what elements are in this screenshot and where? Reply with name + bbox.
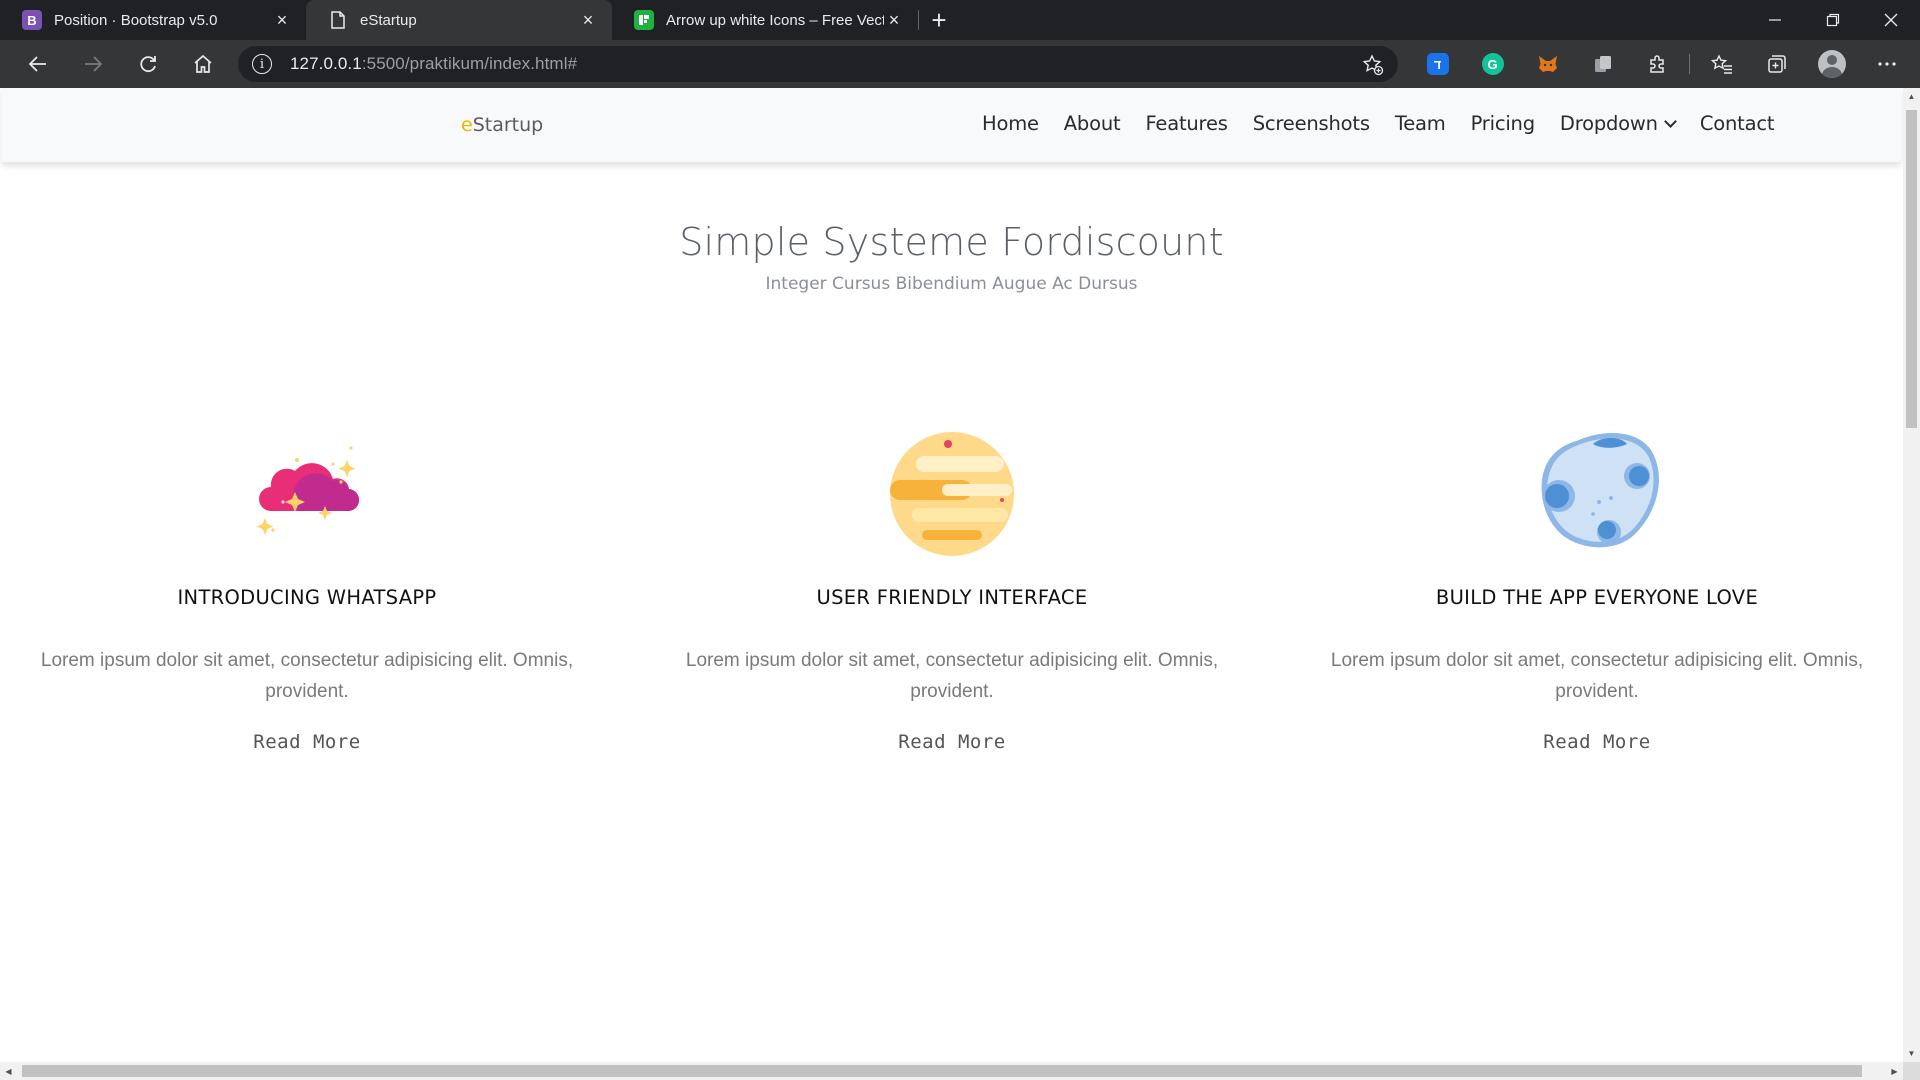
collections-icon[interactable]: [1749, 40, 1804, 88]
feature-title: BUILD THE APP EVERYONE LOVE: [1435, 586, 1759, 609]
refresh-icon[interactable]: [120, 40, 175, 88]
feature-card: USER FRIENDLY INTERFACE Lorem ipsum dolo…: [647, 418, 1257, 753]
feature-card: INTRODUCING WHATSAPP Lorem ipsum dolor s…: [2, 418, 612, 753]
feature-text: Lorem ipsum dolor sit amet, consectetur …: [685, 650, 1219, 702]
section-subtitle: Integer Cursus Bibendium Augue Ac Dursus: [765, 274, 1138, 294]
nav-contact[interactable]: Contact: [1700, 112, 1775, 135]
read-more-link[interactable]: Read More: [253, 731, 360, 753]
more-menu-icon[interactable]: [1859, 40, 1914, 88]
feature-text: Lorem ipsum dolor sit amet, consectetur …: [1330, 650, 1864, 702]
tab-estartup[interactable]: eStartup ×: [306, 0, 612, 40]
scroll-left-icon[interactable]: ◀: [0, 1062, 17, 1080]
bootstrap-icon: B: [22, 10, 42, 30]
nav-team[interactable]: Team: [1395, 112, 1446, 135]
browser-toolbar: i 127.0.0.1:5500/praktikum/index.html# ד…: [0, 40, 1920, 88]
extensions-area: ד G: [1410, 40, 1914, 88]
document-icon: [328, 10, 348, 30]
toolbar-separator: [1689, 54, 1690, 74]
nav-features[interactable]: Features: [1145, 112, 1227, 135]
close-icon[interactable]: ×: [578, 10, 598, 30]
add-favorite-icon[interactable]: [1362, 54, 1384, 82]
chevron-down-icon: [1663, 114, 1677, 128]
url-text: 127.0.0.1:5500/praktikum/index.html#: [290, 54, 577, 74]
nav-pricing[interactable]: Pricing: [1471, 112, 1536, 135]
avatar: [1817, 50, 1846, 78]
nav-home[interactable]: Home: [982, 112, 1039, 135]
flaticon-icon: [634, 10, 654, 30]
tab-bootstrap-position[interactable]: B Position · Bootstrap v5.0 ×: [0, 0, 306, 40]
browser-tab-strip: B Position · Bootstrap v5.0 × eStartup ×…: [0, 0, 1920, 40]
back-arrow-icon[interactable]: [10, 40, 65, 88]
site-navbar: eStartup Home About Features Screenshots…: [2, 88, 1901, 163]
close-icon[interactable]: ×: [884, 10, 904, 30]
nav-dropdown[interactable]: Dropdown: [1559, 112, 1677, 135]
web-page: eStartup Home About Features Screenshots…: [2, 88, 1901, 1062]
feature-title: INTRODUCING WHATSAPP: [177, 586, 437, 609]
horizontal-scrollbar[interactable]: ◀ ▶: [0, 1062, 1903, 1080]
tab-title: Arrow up white Icons – Free Vect: [666, 11, 884, 29]
scroll-right-icon[interactable]: ▶: [1886, 1062, 1903, 1080]
section-title: Simple Systeme Fordiscount: [679, 220, 1224, 264]
extensions-puzzle-icon[interactable]: [1630, 40, 1685, 88]
cloud-stars-icon: [237, 418, 377, 558]
address-bar[interactable]: i 127.0.0.1:5500/praktikum/index.html#: [238, 46, 1398, 82]
scroll-thumb[interactable]: [1906, 110, 1917, 428]
copy-extension-icon[interactable]: [1575, 40, 1630, 88]
brand-accent: e: [461, 114, 473, 136]
tab-title: Position · Bootstrap v5.0: [54, 11, 218, 29]
feature-card: BUILD THE APP EVERYONE LOVE Lorem ipsum …: [1292, 418, 1902, 753]
url-path: :5500/praktikum/index.html#: [361, 54, 578, 73]
close-window-icon[interactable]: [1862, 0, 1920, 40]
feature-text: Lorem ipsum dolor sit amet, consectetur …: [40, 650, 574, 702]
favorites-icon[interactable]: [1694, 40, 1749, 88]
minimize-icon[interactable]: [1746, 0, 1804, 40]
translate-extension-icon[interactable]: ד: [1410, 40, 1465, 88]
page-viewport: eStartup Home About Features Screenshots…: [0, 88, 1920, 1080]
nav-about[interactable]: About: [1064, 112, 1121, 135]
window-controls: [1746, 0, 1920, 40]
home-icon[interactable]: [175, 40, 230, 88]
grammarly-extension-icon[interactable]: G: [1465, 40, 1520, 88]
read-more-link[interactable]: Read More: [898, 731, 1005, 753]
nav-screenshots[interactable]: Screenshots: [1253, 112, 1370, 135]
feature-title: USER FRIENDLY INTERFACE: [816, 586, 1088, 609]
planet-icon: [882, 418, 1022, 558]
restore-icon[interactable]: [1804, 0, 1862, 40]
scroll-up-icon[interactable]: ▲: [1903, 88, 1920, 105]
tab-title: eStartup: [360, 11, 417, 29]
profile-avatar-button[interactable]: [1804, 40, 1859, 88]
brand-logo[interactable]: eStartup: [461, 114, 543, 136]
brand-name: Startup: [472, 114, 544, 136]
nav-dropdown-label: Dropdown: [1559, 112, 1658, 135]
new-tab-button[interactable]: +: [919, 0, 959, 40]
tab-arrow-up-icons[interactable]: Arrow up white Icons – Free Vect ×: [612, 0, 918, 40]
nav-links: Home About Features Screenshots Team Pri…: [982, 112, 1799, 135]
metamask-extension-icon[interactable]: [1520, 40, 1575, 88]
forward-arrow-icon[interactable]: [65, 40, 120, 88]
vertical-scrollbar[interactable]: ▲ ▼: [1903, 88, 1920, 1062]
close-icon[interactable]: ×: [272, 10, 292, 30]
url-host: 127.0.0.1: [290, 54, 362, 73]
moon-icon: [1527, 418, 1667, 558]
scroll-down-icon[interactable]: ▼: [1903, 1045, 1920, 1062]
scrollbar-corner: [1903, 1062, 1920, 1080]
info-icon[interactable]: i: [252, 54, 272, 74]
scroll-thumb[interactable]: [22, 1065, 1862, 1077]
read-more-link[interactable]: Read More: [1543, 731, 1650, 753]
